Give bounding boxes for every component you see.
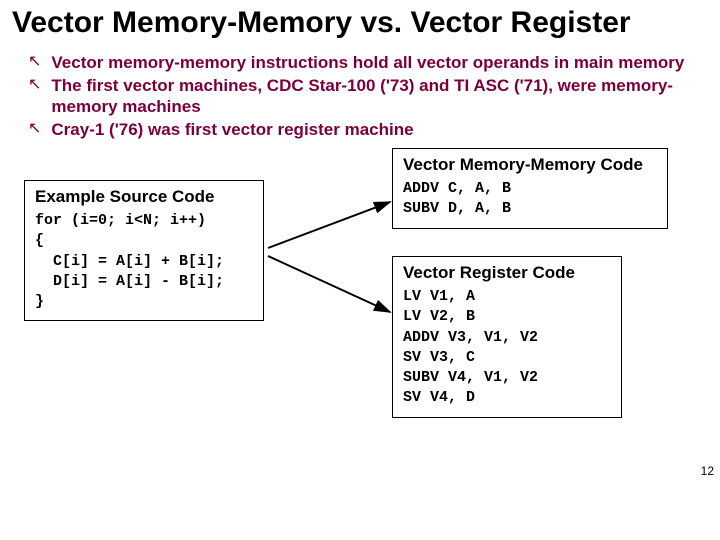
- register-code: LV V1, A LV V2, B ADDV V3, V1, V2 SV V3,…: [403, 287, 611, 409]
- bullet-arrow-icon: ↖: [28, 75, 41, 95]
- register-code-title: Vector Register Code: [403, 263, 611, 283]
- bullet-text: The first vector machines, CDC Star-100 …: [51, 75, 704, 117]
- diagram-area: Example Source Code for (i=0; i<N; i++) …: [0, 142, 720, 482]
- source-code-box: Example Source Code for (i=0; i<N; i++) …: [24, 180, 264, 321]
- bullet-item: ↖ The first vector machines, CDC Star-10…: [28, 75, 704, 117]
- memory-memory-title: Vector Memory-Memory Code: [403, 155, 657, 175]
- bullet-arrow-icon: ↖: [28, 52, 41, 72]
- bullet-arrow-icon: ↖: [28, 119, 41, 139]
- bullet-list: ↖ Vector memory-memory instructions hold…: [0, 48, 720, 140]
- page-title: Vector Memory-Memory vs. Vector Register: [0, 0, 720, 48]
- source-code-title: Example Source Code: [35, 187, 253, 207]
- memory-memory-code: ADDV C, A, B SUBV D, A, B: [403, 179, 657, 220]
- bullet-item: ↖ Vector memory-memory instructions hold…: [28, 52, 704, 73]
- bullet-item: ↖ Cray-1 ('76) was first vector register…: [28, 119, 704, 140]
- register-code-box: Vector Register Code LV V1, A LV V2, B A…: [392, 256, 622, 418]
- bullet-text: Vector memory-memory instructions hold a…: [51, 52, 684, 73]
- page-number: 12: [701, 464, 714, 478]
- source-code: for (i=0; i<N; i++) { C[i] = A[i] + B[i]…: [35, 211, 253, 312]
- bullet-text: Cray-1 ('76) was first vector register m…: [51, 119, 413, 140]
- memory-memory-box: Vector Memory-Memory Code ADDV C, A, B S…: [392, 148, 668, 229]
